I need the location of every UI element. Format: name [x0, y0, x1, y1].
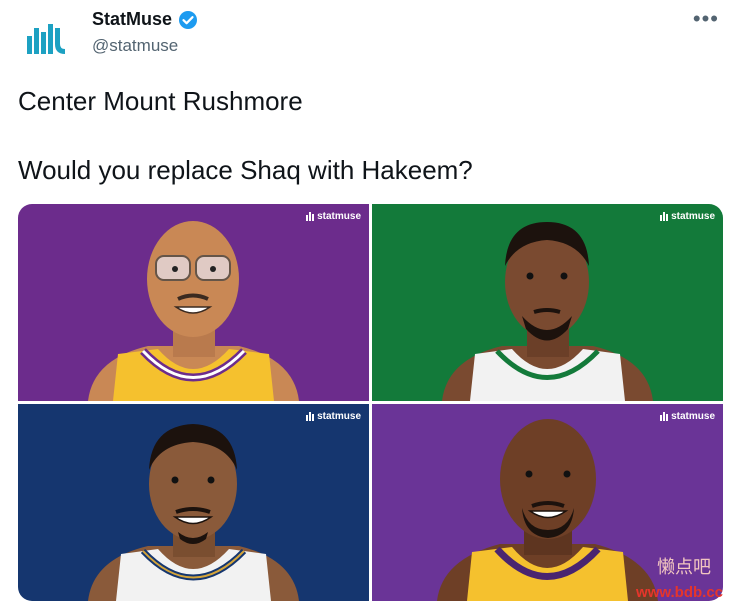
statmuse-logo-icon: [306, 412, 315, 421]
media-image-1[interactable]: statmuse: [18, 204, 369, 401]
verified-badge-icon: [179, 10, 198, 29]
site-watermark-cn: 懒点吧: [657, 557, 711, 577]
player-illustration: [88, 424, 299, 601]
tweet-text-line-2: Would you replace Shaq with Hakeem?: [18, 155, 473, 185]
media-image-3[interactable]: statmuse: [18, 404, 369, 601]
statmuse-watermark: statmuse: [306, 411, 361, 422]
tweet-text-line-1: Center Mount Rushmore: [18, 86, 303, 116]
statmuse-logo-icon: [660, 212, 669, 221]
site-watermark: www.bdb.cc: [636, 584, 723, 601]
author-handle[interactable]: @statmuse: [92, 36, 178, 56]
media-grid[interactable]: statmuse statmuse statmuse statmuse: [18, 204, 723, 601]
more-options-icon[interactable]: •••: [693, 6, 719, 32]
author-name[interactable]: StatMuse: [92, 9, 172, 30]
statmuse-watermark: statmuse: [660, 211, 715, 222]
statmuse-logo-icon: [660, 412, 669, 421]
statmuse-watermark: statmuse: [660, 411, 715, 422]
statmuse-logo-icon: [306, 212, 315, 221]
player-illustration: [442, 222, 653, 401]
avatar[interactable]: [20, 14, 72, 66]
player-illustration: [88, 221, 299, 401]
media-image-2[interactable]: statmuse: [372, 204, 723, 401]
statmuse-watermark: statmuse: [306, 211, 361, 222]
statmuse-logo-icon: [27, 24, 65, 54]
